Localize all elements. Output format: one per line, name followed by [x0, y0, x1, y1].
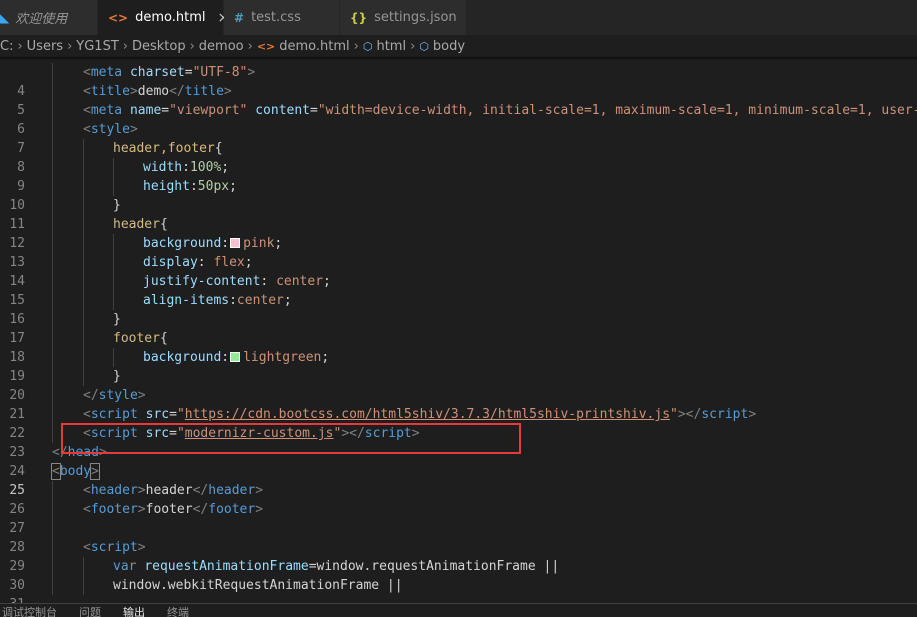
chevron-right-icon: › — [67, 38, 73, 54]
panel-tab-terminal[interactable]: 终端 — [167, 604, 189, 617]
code-line: 31 window.webkitRequestAnimationFrame || — [0, 576, 917, 603]
breadcrumb: C: › Users › YG1ST › Desktop › demoo › <> demo… — [0, 35, 917, 57]
code-line: 25 <body> — [0, 462, 917, 498]
code-line: 8 header,footer{ — [0, 139, 917, 175]
cube-icon: ⬡ — [362, 39, 373, 53]
panel-tab-problems[interactable]: 问题 — [79, 604, 101, 617]
code-line: 19 background: lightgreen; — [0, 348, 917, 384]
code-link[interactable]: https://cdn.bootcss.com/html5shiv/3.7.3/… — [185, 407, 670, 422]
panel-tab-debug-console[interactable]: 调试控制台 — [2, 604, 57, 617]
highlight-box — [61, 423, 521, 454]
code-line: 6 <meta name="viewport" content="width=d… — [0, 101, 917, 137]
json-file-icon: {} — [350, 10, 368, 25]
code-line: 20 } — [0, 367, 917, 403]
chevron-right-icon: › — [247, 38, 253, 54]
tab-label: 欢迎使用 — [15, 12, 68, 27]
code-line: 22 <script src="https://cdn.bootcss.com/… — [0, 405, 917, 441]
code-line: 29 <script> — [0, 538, 917, 574]
code-line: 4 <meta charset="UTF-8"> — [0, 63, 917, 99]
scroll-shadow — [0, 57, 917, 60]
color-swatch[interactable] — [230, 238, 241, 248]
tab-label: settings.json — [374, 10, 457, 25]
tab-welcome[interactable]: ◣ 欢迎使用 — [0, 0, 98, 35]
panel-tab-output[interactable]: 输出 — [123, 604, 145, 617]
tab-test-css[interactable]: # test.css — [224, 0, 340, 35]
line-number: 31 — [0, 595, 25, 603]
breadcrumb-item[interactable]: C: — [0, 39, 13, 54]
breadcrumb-item[interactable]: Users — [27, 39, 63, 54]
breadcrumb-item[interactable]: demoo — [199, 39, 244, 54]
tab-label: test.css — [251, 10, 301, 25]
chevron-right-icon: › — [17, 38, 23, 54]
code-line: 18 footer{ — [0, 329, 917, 365]
html-file-icon: <> — [108, 10, 129, 25]
code-editor[interactable]: 4 <meta charset="UTF-8"> 5 <title>demo</… — [0, 57, 917, 603]
html-file-icon: <> — [256, 39, 276, 53]
breadcrumb-item[interactable]: Desktop — [132, 39, 186, 54]
breadcrumb-item[interactable]: body — [433, 39, 465, 54]
code-line: 11 } — [0, 196, 917, 232]
css-file-icon: # — [234, 10, 245, 25]
breadcrumb-item[interactable]: demo.html — [279, 39, 349, 54]
vscode-logo-icon: ◣ — [0, 10, 10, 25]
tab-settings-json[interactable]: {} settings.json — [340, 0, 467, 35]
code-line: 28 — [0, 519, 917, 555]
code-line: 15 justify-content: center; — [0, 272, 917, 308]
code-line: 5 <title>demo</title> — [0, 82, 917, 118]
code-line: 7 <style> — [0, 120, 917, 156]
code-line: 26 <header>header</header> — [0, 481, 917, 517]
breadcrumb-item[interactable]: html — [376, 39, 406, 54]
panel-tab-bar: 调试控制台 问题 输出 终端 — [0, 603, 917, 617]
color-swatch[interactable] — [230, 352, 241, 362]
code-line: 13 background: pink; — [0, 234, 917, 270]
code-line: 10 height:50px; — [0, 177, 917, 213]
chevron-right-icon: › — [353, 38, 359, 54]
chevron-right-icon: › — [189, 38, 195, 54]
breadcrumb-item[interactable]: YG1ST — [76, 39, 118, 54]
code-line: 9 width:100%; — [0, 158, 917, 194]
code-line: 16 align-items:center; — [0, 291, 917, 327]
chevron-right-icon: › — [410, 38, 416, 54]
code-line: 12 header{ — [0, 215, 917, 251]
code-line: 21 </style> — [0, 386, 917, 422]
code-line: 27 <footer>footer</footer> — [0, 500, 917, 536]
code-line: 17 } — [0, 310, 917, 346]
code-line: 14 display: flex; — [0, 253, 917, 289]
code-line: 30 var requestAnimationFrame=window.requ… — [0, 557, 917, 593]
cube-icon: ⬡ — [419, 39, 429, 53]
tab-demo-html[interactable]: <> demo.html × — [98, 0, 229, 35]
tab-label: demo.html — [135, 10, 206, 25]
chevron-right-icon: › — [122, 38, 128, 54]
editor-tab-bar: ◣ 欢迎使用 <> demo.html × # test.css {} sett… — [0, 0, 917, 35]
